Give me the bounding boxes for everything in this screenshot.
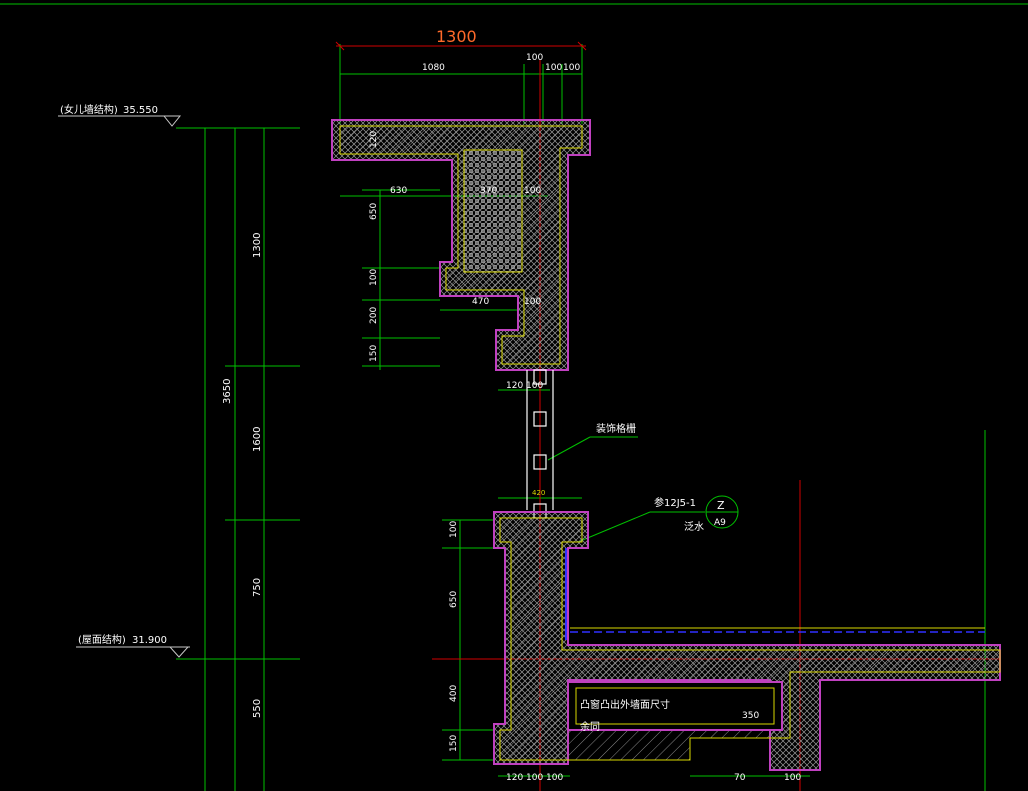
dim-vertical-1: 1300 [252,233,263,258]
dim-inner-100b: 100 [524,297,541,307]
dim-vertical-total: 3650 [222,379,233,404]
dim-inner-100f: 100 [784,773,801,783]
dim-inner-100d: 100 [526,773,543,783]
dim-inner-100a: 100 [524,186,541,196]
dim-total-width: 1300 [436,27,477,46]
cad-section-drawing: (女儿墙结构) 35.550 (屋面结构) 31.900 1300 1080 1… [0,3,1028,791]
grille-label: 装饰格栅 [596,422,636,435]
dim-inner-120: 120 [369,131,379,148]
elevation-marker-roof: (屋面结构) 31.900 [76,633,190,658]
roof-section [493,511,1001,771]
dim-seg-a: 1080 [422,63,445,73]
ref-sub-label: 泛水 [684,521,704,533]
bay-window-note-2: 余同 [580,720,600,733]
dim-left-a: 650 [369,203,379,220]
dim-inner-100c: 100 [526,381,543,391]
elevation-value-top: 35.550 [123,105,158,116]
dim-seg-d: 100 [563,63,580,73]
dim-inner-420: 420 [532,489,545,497]
elevation-label-top: (女儿墙结构) [60,103,118,116]
dim-left-f: 650 [449,591,459,608]
bay-window-note: 凸窗凸出外墙面尺寸 [580,698,670,711]
elevation-label-roof: (屋面结构) [78,633,126,646]
ref-code-label: 参12J5-1 [654,496,696,509]
dim-seg-b: 100 [526,53,543,63]
elevation-marker-top: (女儿墙结构) 35.550 [58,103,182,127]
dim-left-b: 100 [369,269,379,286]
parapet-section [331,119,591,371]
dim-vertical-3: 750 [252,578,263,597]
dim-inner-70: 70 [734,773,746,783]
bubble-bottom-label: A9 [714,518,726,528]
dim-inner-370: 370 [480,186,497,196]
dim-left-h: 150 [449,735,459,752]
dim-vertical-4: 550 [252,699,263,718]
dim-inner-120b: 120 [506,381,523,391]
dim-inner-100e: 100 [546,773,563,783]
detail-reference-bubble: Z A9 [705,495,739,529]
dim-inner-120c: 120 [506,773,523,783]
dim-inner-630: 630 [390,186,407,196]
dim-left-g: 400 [449,685,459,702]
dim-inner-350: 350 [742,711,759,721]
bubble-top-label: Z [717,499,725,512]
dim-left-d: 150 [369,345,379,362]
dim-seg-c: 100 [545,63,562,73]
dim-left-e: 100 [449,521,459,538]
dim-inner-470: 470 [472,297,489,307]
dim-left-c: 200 [369,307,379,324]
dim-vertical-2: 1600 [252,427,263,452]
elevation-value-roof: 31.900 [132,635,167,646]
